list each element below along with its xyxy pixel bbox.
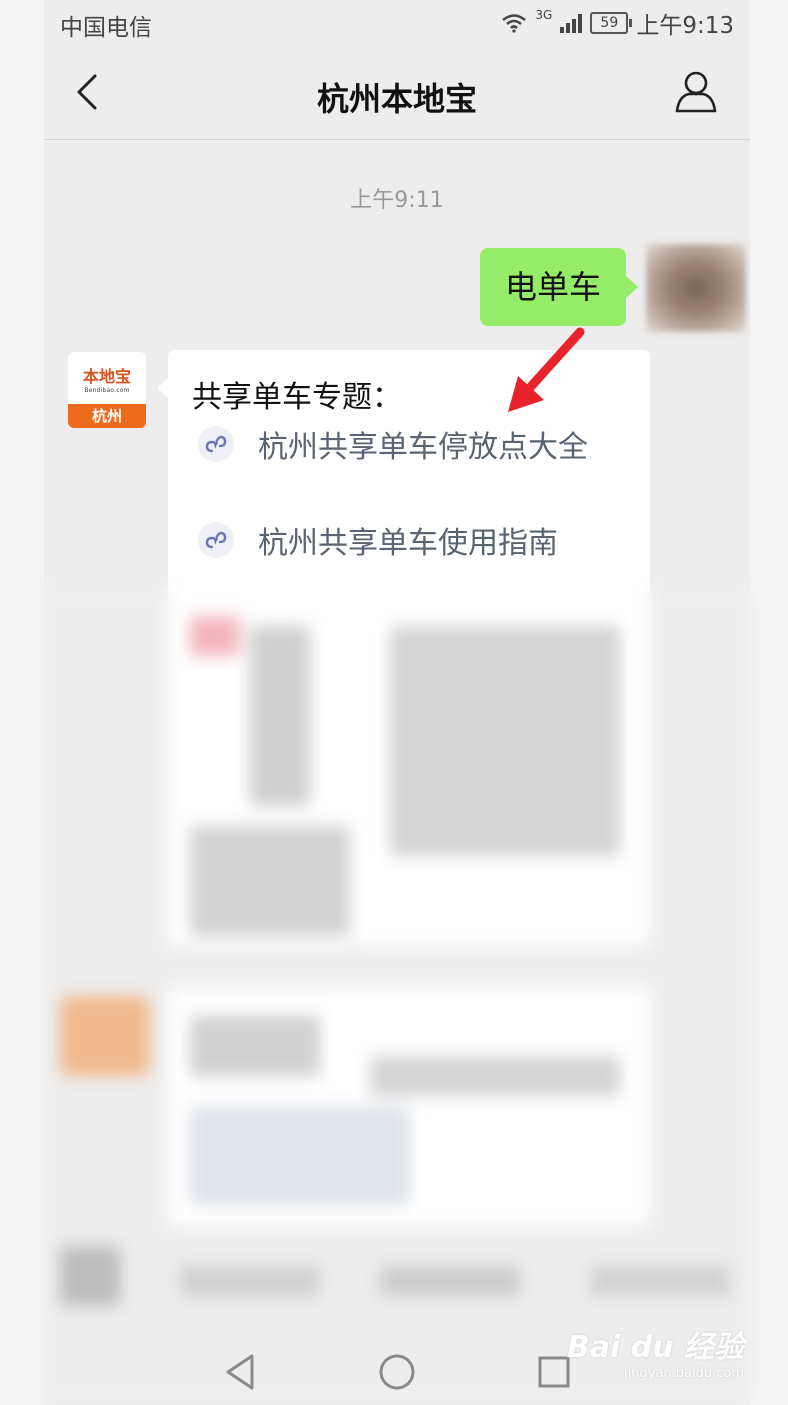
outgoing-message[interactable]: 电单车 [480,248,638,326]
logo-city: 杭州 [68,404,146,428]
baidu-watermark: Bai du 经验 jingyan.baidu.com [567,1322,744,1381]
logo-url: Bendibao.com [84,386,130,394]
mini-program-icon [198,426,234,462]
message-timestamp: 上午9:11 [350,188,444,213]
back-key-icon[interactable] [226,1354,254,1390]
link-user-guide[interactable]: 杭州共享单车使用指南 [198,518,558,562]
wifi-icon [502,14,527,33]
signal-icon [560,13,583,33]
link-label: 杭州共享单车使用指南 [258,526,558,561]
mini-program-icon [198,522,234,558]
bendibao-avatar[interactable]: 本地宝 Bendibao.com 杭州 [68,352,146,428]
chat-header: 杭州本地宝 [44,44,750,140]
recents-key-icon[interactable] [538,1356,570,1388]
bendibao-logo: 本地宝 Bendibao.com [68,352,146,404]
message-heading: 共享单车专题： [192,380,402,415]
red-arrow-icon [508,327,585,412]
clock: 上午9:13 [636,13,734,39]
link-parking-spots[interactable]: 杭州共享单车停放点大全 [198,422,588,466]
user-avatar[interactable] [646,244,746,332]
carrier-label: 中国电信 [60,15,152,41]
person-icon[interactable] [674,70,718,114]
network-type-label: 3G [535,8,553,22]
home-key-icon[interactable] [379,1354,415,1390]
status-bar: 中国电信 3G 59 上午9:13 [44,0,750,44]
link-label: 杭州共享单车停放点大全 [258,430,588,465]
watermark-brand: Bai du 经验 [566,1330,744,1365]
blurred-content-area [0,586,788,1405]
status-indicators: 3G 59 上午9:13 [501,6,734,40]
page-title: 杭州本地宝 [316,80,477,118]
logo-text: 本地宝 [82,366,131,386]
watermark-url: jingyan.baidu.com [624,1366,744,1381]
battery-level: 59 [590,12,633,34]
